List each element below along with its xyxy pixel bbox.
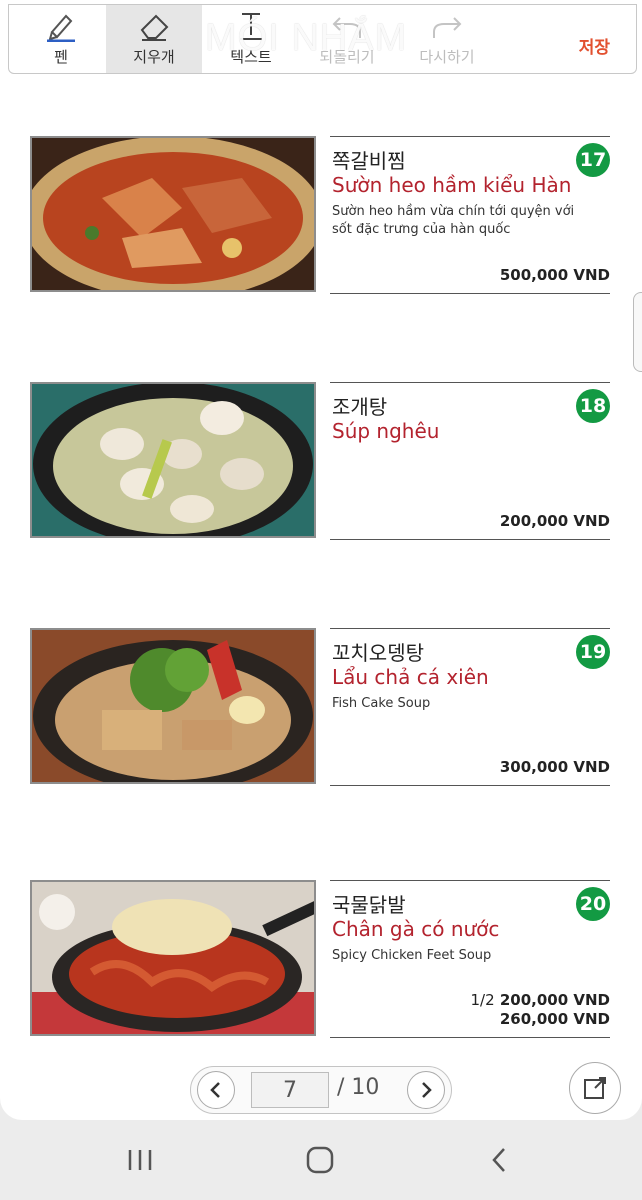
dish-korean-name: 꼬치오뎅탕	[332, 641, 424, 665]
dish-vietnamese-name: Lẩu chả cá xiên	[332, 665, 489, 689]
price-half: 200,000 VND	[499, 991, 610, 1009]
save-button[interactable]: 저장	[579, 33, 610, 58]
eraser-tool[interactable]: 지우개	[106, 5, 202, 73]
prev-page-button[interactable]	[197, 1071, 235, 1109]
pin-button[interactable]	[569, 1062, 621, 1114]
menu-item: 조개탕 18 Súp nghêu 200,000 VND	[0, 382, 642, 542]
dish-photo-chicken-feet	[30, 880, 316, 1036]
dish-info: 조개탕 18 Súp nghêu 200,000 VND	[330, 382, 610, 540]
dish-info: 국물닭발 20 Chân gà có nước Spicy Chicken Fe…	[330, 880, 610, 1038]
system-nav-bar	[0, 1120, 642, 1200]
back-button[interactable]	[474, 1142, 524, 1178]
dish-photo-braised-ribs	[30, 136, 316, 292]
dish-korean-name: 쪽갈비찜	[332, 149, 406, 173]
recent-apps-button[interactable]	[115, 1142, 165, 1178]
chevron-left-icon	[210, 1082, 220, 1098]
edit-toolbar: 펜 지우개 텍스트 되돌리기 다시하기 저장 MÓI NHẮM	[8, 4, 637, 74]
dish-info: 꼬치오뎅탕 19 Lẩu chả cá xiên Fish Cake Soup …	[330, 628, 610, 786]
dish-price: 1/2 200,000 VND 260,000 VND	[470, 991, 610, 1029]
dish-vietnamese-name: Sườn heo hầm kiểu Hàn	[332, 173, 572, 197]
dish-price: 500,000 VND	[499, 266, 610, 284]
pen-label: 펜	[54, 48, 68, 66]
next-page-button[interactable]	[407, 1071, 445, 1109]
recent-apps-icon	[128, 1150, 152, 1170]
dish-vietnamese-name: Súp nghêu	[332, 419, 440, 443]
menu-item: 쪽갈비찜 17 Sườn heo hầm kiểu Hàn Sườn heo h…	[0, 136, 642, 296]
dish-photo-clam-soup	[30, 382, 316, 538]
pen-tool[interactable]: 펜	[13, 5, 109, 73]
dish-number-badge: 20	[576, 887, 610, 921]
eraser-label: 지우개	[133, 48, 175, 66]
dish-vietnamese-name: Chân gà có nước	[332, 917, 500, 941]
redo-label: 다시하기	[419, 48, 475, 66]
price-full: 260,000 VND	[499, 1010, 610, 1028]
page-number-input[interactable]: 7	[251, 1072, 329, 1108]
home-button[interactable]	[295, 1142, 345, 1178]
back-icon	[492, 1148, 505, 1172]
watermark-text: MÓI NHẮM	[205, 17, 408, 59]
page-total: / 10	[337, 1075, 380, 1100]
home-icon	[306, 1146, 334, 1174]
menu-item: 꼬치오뎅탕 19 Lẩu chả cá xiên Fish Cake Soup …	[0, 628, 642, 788]
dish-number-badge: 19	[576, 635, 610, 669]
dish-price: 200,000 VND	[499, 512, 610, 530]
dish-description: Spicy Chicken Feet Soup	[332, 948, 492, 963]
redo-icon	[433, 17, 462, 38]
dish-korean-name: 조개탕	[332, 395, 388, 419]
pen-icon	[47, 14, 75, 42]
dish-description: Sườn heo hầm vừa chín tới quyện với sốt …	[332, 204, 575, 237]
dish-info: 쪽갈비찜 17 Sườn heo hầm kiểu Hàn Sườn heo h…	[330, 136, 610, 294]
half-portion-label: 1/2	[470, 991, 495, 1009]
redo-button[interactable]: 다시하기	[399, 5, 495, 73]
menu-page: 펜 지우개 텍스트 되돌리기 다시하기 저장 MÓI NHẮM 쪽갈비찜 17 …	[0, 0, 642, 1120]
eraser-icon	[140, 14, 169, 41]
page-navigator: 7 / 10	[190, 1066, 452, 1114]
dish-price: 300,000 VND	[499, 758, 610, 776]
dish-description: Fish Cake Soup	[332, 696, 431, 711]
dish-photo-fish-cake-soup	[30, 628, 316, 784]
dish-number-badge: 17	[576, 143, 610, 177]
dish-number-badge: 18	[576, 389, 610, 423]
scroll-handle[interactable]	[633, 292, 642, 372]
menu-item: 국물닭발 20 Chân gà có nước Spicy Chicken Fe…	[0, 880, 642, 1040]
chevron-right-icon	[422, 1082, 432, 1098]
dish-korean-name: 국물닭발	[332, 893, 406, 917]
pin-icon	[584, 1077, 606, 1099]
